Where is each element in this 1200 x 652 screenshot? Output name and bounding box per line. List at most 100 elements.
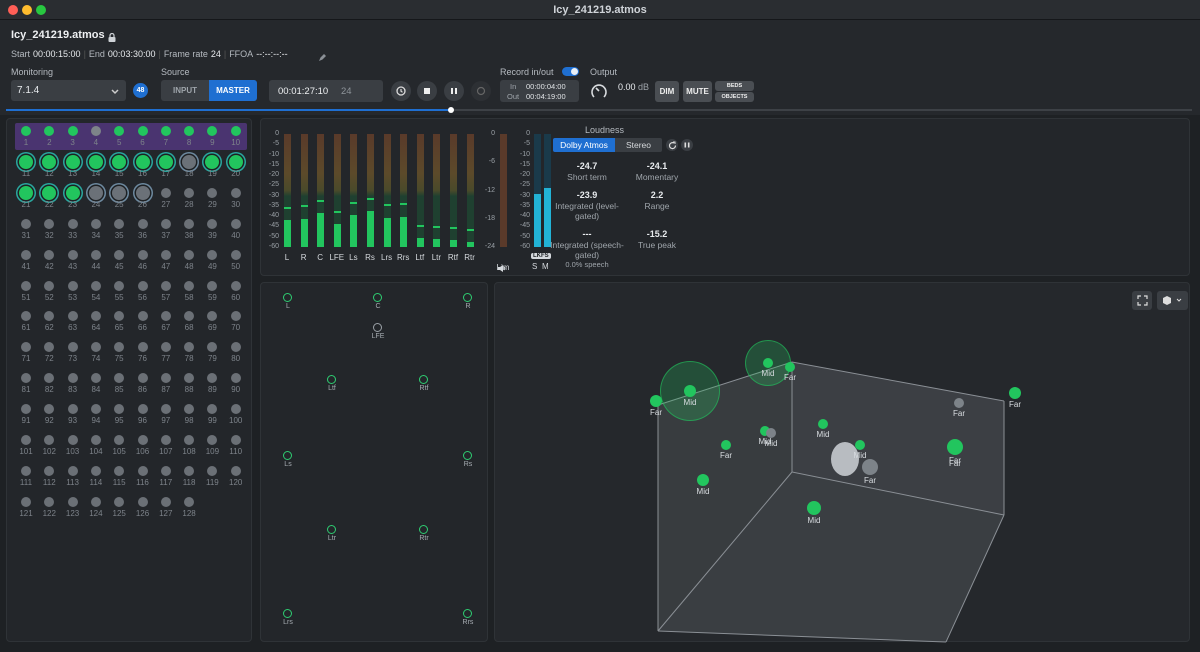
channel-indicator bbox=[21, 249, 31, 260]
speaker-rtf[interactable] bbox=[419, 375, 428, 384]
audio-object[interactable] bbox=[1009, 387, 1021, 399]
record-button[interactable] bbox=[471, 81, 491, 101]
lkfs-scale-label: -15 bbox=[519, 160, 530, 168]
source-input-button[interactable]: INPUT bbox=[161, 80, 209, 101]
speaker-lrs[interactable] bbox=[283, 609, 292, 618]
channel-indicator bbox=[184, 496, 195, 507]
channel-meter bbox=[350, 134, 358, 247]
source-master-button[interactable]: MASTER bbox=[209, 80, 257, 101]
objects-button[interactable]: OBJECTS bbox=[715, 92, 754, 102]
channel-indicator bbox=[160, 342, 171, 353]
timeline-track[interactable] bbox=[6, 107, 1192, 113]
pause-button[interactable] bbox=[444, 81, 464, 101]
audio-object[interactable] bbox=[818, 419, 828, 429]
channel-number: 110 bbox=[229, 447, 243, 456]
tab-dolby-atmos[interactable]: Dolby Atmos bbox=[553, 138, 615, 152]
channel-number: 86 bbox=[138, 385, 147, 395]
speaker-l[interactable] bbox=[283, 293, 292, 302]
channel-indicator bbox=[230, 342, 241, 353]
lkfs-scale-label: -25 bbox=[519, 181, 530, 189]
audio-object[interactable] bbox=[697, 474, 709, 486]
record-toggle[interactable] bbox=[562, 67, 579, 76]
channel-indicator bbox=[160, 249, 171, 260]
audio-object[interactable] bbox=[766, 428, 776, 438]
channel-indicator bbox=[137, 435, 148, 445]
reset-loudness-button[interactable] bbox=[666, 139, 678, 151]
beds-button[interactable]: BEDS bbox=[715, 81, 754, 91]
audio-object[interactable] bbox=[650, 395, 662, 407]
audio-object[interactable] bbox=[763, 358, 773, 368]
speaker-r[interactable] bbox=[463, 293, 472, 302]
playhead[interactable] bbox=[447, 107, 454, 113]
channel-indicator bbox=[42, 154, 57, 169]
stop-button[interactable] bbox=[417, 81, 437, 101]
channel-indicator bbox=[137, 280, 148, 291]
channel-indicator bbox=[207, 435, 218, 445]
channel-indicator bbox=[67, 496, 78, 507]
audio-object[interactable] bbox=[684, 385, 696, 397]
channel-number: 28 bbox=[184, 199, 194, 209]
audio-object[interactable] bbox=[807, 501, 821, 515]
audio-object[interactable] bbox=[862, 459, 878, 475]
channel-number: 58 bbox=[184, 292, 194, 302]
channel-indicator bbox=[90, 126, 101, 136]
channel-indicator bbox=[44, 249, 55, 260]
monitoring-select[interactable]: 7.1.4 bbox=[11, 80, 126, 101]
dim-button[interactable]: DIM bbox=[655, 81, 679, 102]
speaker-ls[interactable] bbox=[283, 451, 292, 460]
meter-peak bbox=[300, 205, 308, 208]
speaker-lfe[interactable] bbox=[373, 323, 382, 332]
channel-indicator bbox=[21, 126, 31, 136]
channel-indicator bbox=[182, 154, 197, 169]
channel-indicator bbox=[207, 404, 218, 415]
audio-object[interactable] bbox=[855, 440, 865, 450]
channel-number: 43 bbox=[68, 261, 78, 271]
gauge-icon bbox=[591, 84, 607, 98]
audio-object[interactable] bbox=[785, 362, 795, 372]
channel-number: 93 bbox=[68, 416, 78, 426]
tab-stereo[interactable]: Stereo bbox=[615, 138, 662, 152]
momentary-value: -24.1 bbox=[646, 161, 668, 171]
return-to-start-button[interactable] bbox=[391, 81, 411, 101]
channel-indicator bbox=[21, 496, 31, 507]
channel-indicator bbox=[42, 185, 57, 200]
channel-number: 8 bbox=[186, 138, 192, 147]
speaker-ltf[interactable] bbox=[327, 375, 336, 384]
speaker-c[interactable] bbox=[373, 293, 382, 302]
record-times[interactable]: In 00:00:04:00 Out 00:04:19:00 bbox=[500, 80, 579, 102]
output-level-knob[interactable] bbox=[590, 82, 608, 105]
channel-indicator bbox=[230, 218, 241, 229]
speaker-rtr[interactable] bbox=[419, 525, 428, 534]
channel-number: 1 bbox=[23, 138, 29, 147]
channel-indicator bbox=[65, 154, 80, 169]
channel-number: 47 bbox=[161, 261, 171, 271]
channel-indicator bbox=[207, 187, 218, 198]
pause-loudness-button[interactable] bbox=[681, 139, 693, 151]
channel-indicator bbox=[137, 465, 148, 476]
channel-indicator bbox=[90, 342, 101, 353]
channel-indicator bbox=[184, 311, 195, 322]
channel-indicator bbox=[230, 126, 241, 136]
channel-indicator bbox=[19, 154, 33, 169]
channel-indicator bbox=[137, 373, 148, 384]
object-label: Far bbox=[864, 476, 876, 485]
lkfs-scale-label: -10 bbox=[519, 150, 530, 158]
audio-object[interactable] bbox=[947, 439, 963, 455]
mute-button[interactable]: MUTE bbox=[683, 81, 712, 102]
channel-number: 70 bbox=[231, 323, 241, 333]
meter-level bbox=[400, 216, 408, 247]
channel-number: 105 bbox=[112, 447, 126, 456]
speaker-rrs[interactable] bbox=[463, 609, 472, 618]
audio-object[interactable] bbox=[721, 440, 731, 450]
edit-icon[interactable] bbox=[318, 49, 327, 67]
speaker-ltr[interactable] bbox=[327, 525, 336, 534]
audio-object[interactable] bbox=[954, 398, 964, 408]
lim-scale-label: -6 bbox=[488, 158, 495, 166]
chevron-down-icon bbox=[110, 84, 120, 102]
channel-indicator bbox=[160, 404, 171, 415]
speaker-label: Rs bbox=[463, 461, 473, 468]
speaker-label: L bbox=[286, 303, 290, 310]
speaker-rs[interactable] bbox=[463, 451, 472, 460]
object-label: Far bbox=[949, 459, 961, 468]
channel-indicator bbox=[230, 249, 241, 260]
